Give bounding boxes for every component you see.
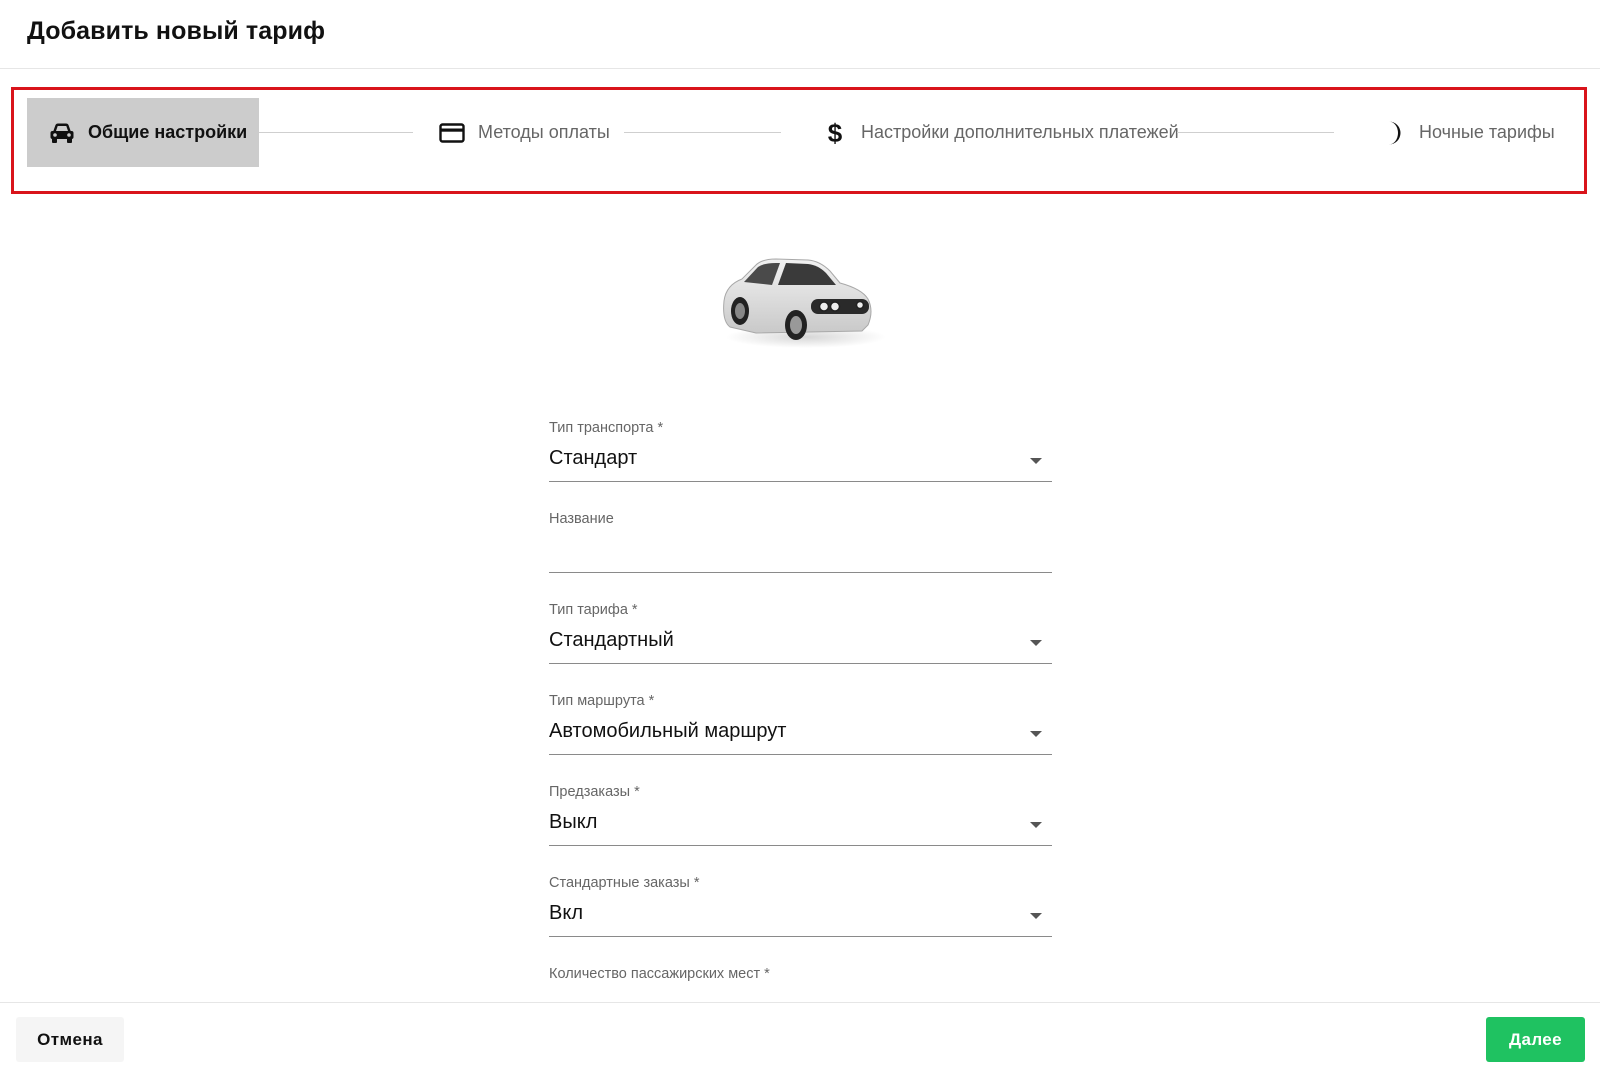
car-icon bbox=[48, 119, 76, 147]
route-type-select[interactable]: Тип маршрута * Автомобильный маршрут bbox=[549, 693, 1052, 755]
step-label: Общие настройки bbox=[88, 122, 248, 142]
moon-icon bbox=[1379, 119, 1407, 147]
step-additional-payments[interactable]: $ Настройки дополнительных платежей bbox=[821, 98, 1179, 167]
dialog-header: Добавить новый тариф bbox=[0, 0, 1600, 69]
name-input[interactable]: Название bbox=[549, 511, 1052, 573]
svg-text:$: $ bbox=[828, 119, 843, 147]
tariff-type-select[interactable]: Тип тарифа * Стандартный bbox=[549, 602, 1052, 664]
step-connector bbox=[259, 132, 413, 133]
step-connector bbox=[1177, 132, 1334, 133]
field-value: Вкл bbox=[549, 902, 583, 924]
field-label: Предзаказы * bbox=[549, 784, 640, 800]
caret-down-icon bbox=[1030, 731, 1042, 737]
caret-down-icon bbox=[1030, 913, 1042, 919]
page-title: Добавить новый тариф bbox=[27, 17, 326, 45]
step-connector bbox=[624, 132, 781, 133]
vehicle-type-select[interactable]: Тип транспорта * Стандарт bbox=[549, 420, 1052, 482]
step-payment-methods[interactable]: Методы оплаты bbox=[438, 98, 610, 167]
field-label: Тип маршрута * bbox=[549, 693, 655, 709]
field-label: Тип транспорта * bbox=[549, 420, 664, 436]
field-label: Количество пассажирских мест * bbox=[549, 966, 770, 982]
preorders-select[interactable]: Предзаказы * Выкл bbox=[549, 784, 1052, 846]
step-general-settings[interactable]: Общие настройки bbox=[27, 98, 259, 167]
car-illustration bbox=[716, 255, 892, 355]
step-label: Ночные тарифы bbox=[1419, 122, 1555, 142]
field-value: Стандарт bbox=[549, 447, 638, 469]
field-label: Тип тарифа * bbox=[549, 602, 638, 618]
dialog-footer: Отмена Далее bbox=[0, 1002, 1600, 1073]
field-value: Автомобильный маршрут bbox=[549, 720, 787, 742]
field-label: Стандартные заказы * bbox=[549, 875, 700, 891]
caret-down-icon bbox=[1030, 640, 1042, 646]
caret-down-icon bbox=[1030, 822, 1042, 828]
standard-orders-select[interactable]: Стандартные заказы * Вкл bbox=[549, 875, 1052, 937]
step-label: Методы оплаты bbox=[478, 122, 610, 142]
stepper: Общие настройки Методы оплаты $ Настройк… bbox=[11, 87, 1587, 194]
credit-card-icon bbox=[438, 119, 466, 147]
next-button[interactable]: Далее bbox=[1486, 1017, 1585, 1062]
field-value: Выкл bbox=[549, 811, 598, 833]
field-label: Название bbox=[549, 511, 614, 527]
caret-down-icon bbox=[1030, 458, 1042, 464]
step-label: Настройки дополнительных платежей bbox=[861, 122, 1179, 142]
dollar-icon: $ bbox=[821, 119, 849, 147]
step-night-tariffs[interactable]: Ночные тарифы bbox=[1379, 98, 1555, 167]
cancel-button[interactable]: Отмена bbox=[16, 1017, 124, 1062]
field-value: Стандартный bbox=[549, 629, 674, 651]
